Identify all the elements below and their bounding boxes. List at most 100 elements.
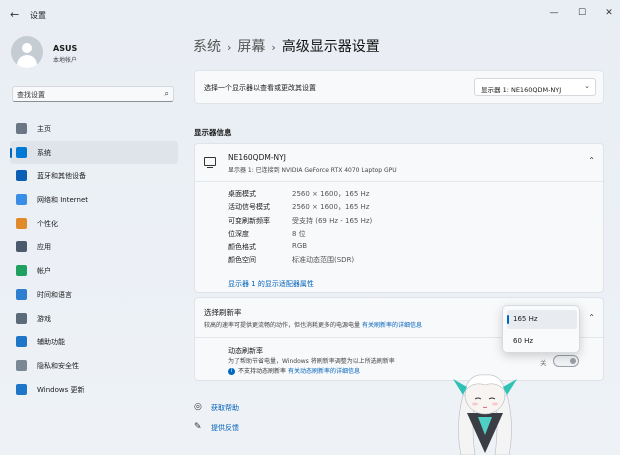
dynamic-refresh-note: i 不支持动态刷新率 有关动态刷新率的详细信息: [228, 366, 360, 375]
sidebar-item-1[interactable]: 系统: [10, 140, 178, 165]
sidebar-item-2[interactable]: 蓝牙和其他设备: [10, 164, 178, 188]
anime-mascot-illustration: [453, 374, 517, 455]
monitor-name: NE160QDM-NYJ: [228, 153, 286, 162]
page-title: 高级显示器设置: [281, 39, 380, 55]
monitor-info-rows: 桌面模式 2560 × 1600，165 Hz 活动信号模式 2560 × 1600，…: [228, 189, 588, 269]
breadcrumb-separator: ›: [227, 41, 232, 54]
info-key: 颜色空间: [228, 256, 256, 265]
toggle-knob: [570, 358, 576, 364]
display-dropdown[interactable]: 显示器 1: NE160QDM-NYJ ⌄: [474, 78, 596, 96]
refresh-option-60[interactable]: 60 Hz: [507, 332, 577, 351]
refresh-rate-desc-text: 较高的速率可提供更流畅的动作，但也消耗更多的电源电量: [204, 322, 361, 329]
chevron-down-icon: ⌄: [584, 82, 590, 90]
sidebar-item-9[interactable]: 辅助功能: [10, 330, 178, 354]
monitor-info-card: NE160QDM-NYJ 显示器 1: 已连接到 NVIDIA GeForce …: [194, 143, 605, 293]
dynamic-refresh-desc: 为了帮助节省电量，Windows 将刷新率调整为以上所选刷新率: [228, 358, 395, 365]
info-value: 8 位: [292, 229, 306, 238]
info-value: 2560 × 1600，165 Hz: [292, 190, 370, 198]
sidebar-item-label: 系统: [37, 148, 51, 157]
adapter-properties-link[interactable]: 显示器 1 的显示适配器属性: [228, 279, 314, 289]
home-icon: [16, 123, 27, 134]
breadcrumb-display[interactable]: 屏幕: [237, 39, 265, 55]
search-placeholder: 查找设置: [17, 91, 45, 99]
accessibility-icon: [16, 336, 27, 348]
monitor-info-header[interactable]: NE160QDM-NYJ 显示器 1: 已连接到 NVIDIA GeForce …: [195, 144, 605, 182]
globe-icon: [16, 288, 27, 300]
close-button[interactable]: ✕: [600, 6, 618, 20]
search-icon: ⌕: [164, 89, 169, 98]
sidebar-item-label: 主页: [37, 125, 51, 133]
chevron-up-icon[interactable]: ⌃: [588, 156, 595, 165]
dynamic-refresh-toggle[interactable]: [553, 355, 579, 367]
toggle-label: 关: [540, 359, 547, 367]
breadcrumb: 系统 › 屏幕 › 高级显示器设置: [193, 36, 380, 56]
account-type: 本地帐户: [53, 57, 78, 64]
info-row: 颜色空间 标准动态范围(SDR): [228, 255, 588, 268]
window-title: 设置: [30, 11, 46, 20]
info-value: 2560 × 1600，165 Hz: [292, 203, 370, 212]
info-row: 位深度 8 位: [228, 229, 588, 242]
info-key: 桌面模式: [228, 190, 256, 198]
display-dropdown-value: 显示器 1: NE160QDM-NYJ: [481, 86, 562, 94]
back-arrow-icon[interactable]: ←: [10, 8, 19, 21]
option-label: 60 Hz: [513, 337, 534, 345]
sidebar-item-11[interactable]: Windows 更新: [10, 378, 178, 402]
dynamic-refresh-title: 动态刷新率: [228, 347, 263, 355]
info-icon: i: [228, 368, 235, 375]
sidebar-item-5[interactable]: 应用: [10, 235, 178, 259]
system-icon: [16, 146, 27, 158]
sidebar-item-label: 游戏: [37, 314, 51, 323]
monitor-subtitle: 显示器 1: 已连接到 NVIDIA GeForce RTX 4070 Lapt…: [228, 167, 397, 174]
refresh-rate-dropdown-menu: 165 Hz 60 Hz: [502, 305, 580, 353]
refresh-rate-link[interactable]: 有关刷新率的详细信息: [362, 322, 422, 329]
minimize-button[interactable]: —: [545, 6, 563, 20]
maximize-button[interactable]: ☐: [573, 6, 591, 20]
dynamic-refresh-note-text: 不支持动态刷新率: [238, 368, 287, 375]
info-value: 受支持 (69 Hz - 165 Hz): [292, 216, 373, 225]
section-title: 显示器信息: [194, 128, 232, 137]
sidebar-item-label: 帐户: [37, 267, 51, 276]
info-row: 桌面模式 2560 × 1600，165 Hz: [228, 189, 588, 202]
monitor-icon: [204, 157, 216, 168]
account-icon: [16, 265, 27, 277]
info-value: RGB: [292, 242, 308, 251]
refresh-option-165[interactable]: 165 Hz: [507, 310, 577, 329]
sidebar-item-label: 个性化: [37, 219, 58, 228]
refresh-rate-desc: 较高的速率可提供更流畅的动作，但也消耗更多的电源电量 有关刷新率的详细信息: [204, 320, 422, 329]
help-icon: ◎: [194, 402, 202, 412]
sidebar-item-6[interactable]: 帐户: [10, 259, 178, 283]
info-row: 活动信号模式 2560 × 1600，165 Hz: [228, 202, 588, 215]
sidebar-item-8[interactable]: 游戏: [10, 307, 178, 331]
info-key: 活动信号模式: [228, 203, 270, 212]
sidebar-item-label: Windows 更新: [37, 385, 85, 394]
sidebar-item-10[interactable]: 隐私和安全性: [10, 354, 178, 378]
info-key: 位深度: [228, 229, 249, 238]
sidebar-item-label: 网络和 Internet: [37, 196, 89, 205]
sidebar-item-label: 辅助功能: [37, 338, 65, 347]
chevron-up-icon[interactable]: ⌃: [588, 313, 595, 322]
title-bar: ← 设置 — ☐ ✕: [0, 0, 620, 30]
game-icon: [16, 312, 27, 324]
get-help-label: 获取帮助: [211, 404, 239, 412]
wifi-icon: [16, 194, 27, 206]
update-icon: [16, 383, 27, 395]
dynamic-refresh-link[interactable]: 有关动态刷新率的详细信息: [288, 368, 360, 375]
sidebar-item-label: 隐私和安全性: [37, 361, 79, 370]
breadcrumb-system[interactable]: 系统: [193, 39, 221, 55]
feedback-label: 提供反馈: [211, 424, 239, 432]
search-input[interactable]: 查找设置 ⌕: [12, 86, 174, 102]
apps-icon: [16, 241, 27, 253]
display-select-card: 选择一个显示器以查看或更改其设置 显示器 1: NE160QDM-NYJ ⌄: [194, 70, 604, 104]
sidebar-item-3[interactable]: 网络和 Internet: [10, 188, 178, 212]
sidebar-nav: 主页系统蓝牙和其他设备网络和 Internet 个性化应用帐户时间和语言游戏辅助功…: [10, 117, 178, 401]
feedback-icon: ✎: [194, 422, 202, 432]
sidebar-item-4[interactable]: 个性化: [10, 212, 178, 236]
avatar: [11, 36, 43, 68]
info-key: 颜色格式: [228, 243, 256, 252]
settings-window: ← 设置 — ☐ ✕ ASUS 本地帐户 查找设置 ⌕ 主页 系统 蓝牙和其他设备网…: [0, 0, 620, 455]
sidebar-item-0[interactable]: 主页: [10, 117, 178, 141]
user-name: ASUS: [53, 44, 78, 53]
sidebar-item-7[interactable]: 时间和语言: [10, 283, 178, 307]
refresh-rate-title: 选择刷新率: [204, 308, 242, 317]
sidebar-item-label: 时间和语言: [37, 290, 72, 299]
